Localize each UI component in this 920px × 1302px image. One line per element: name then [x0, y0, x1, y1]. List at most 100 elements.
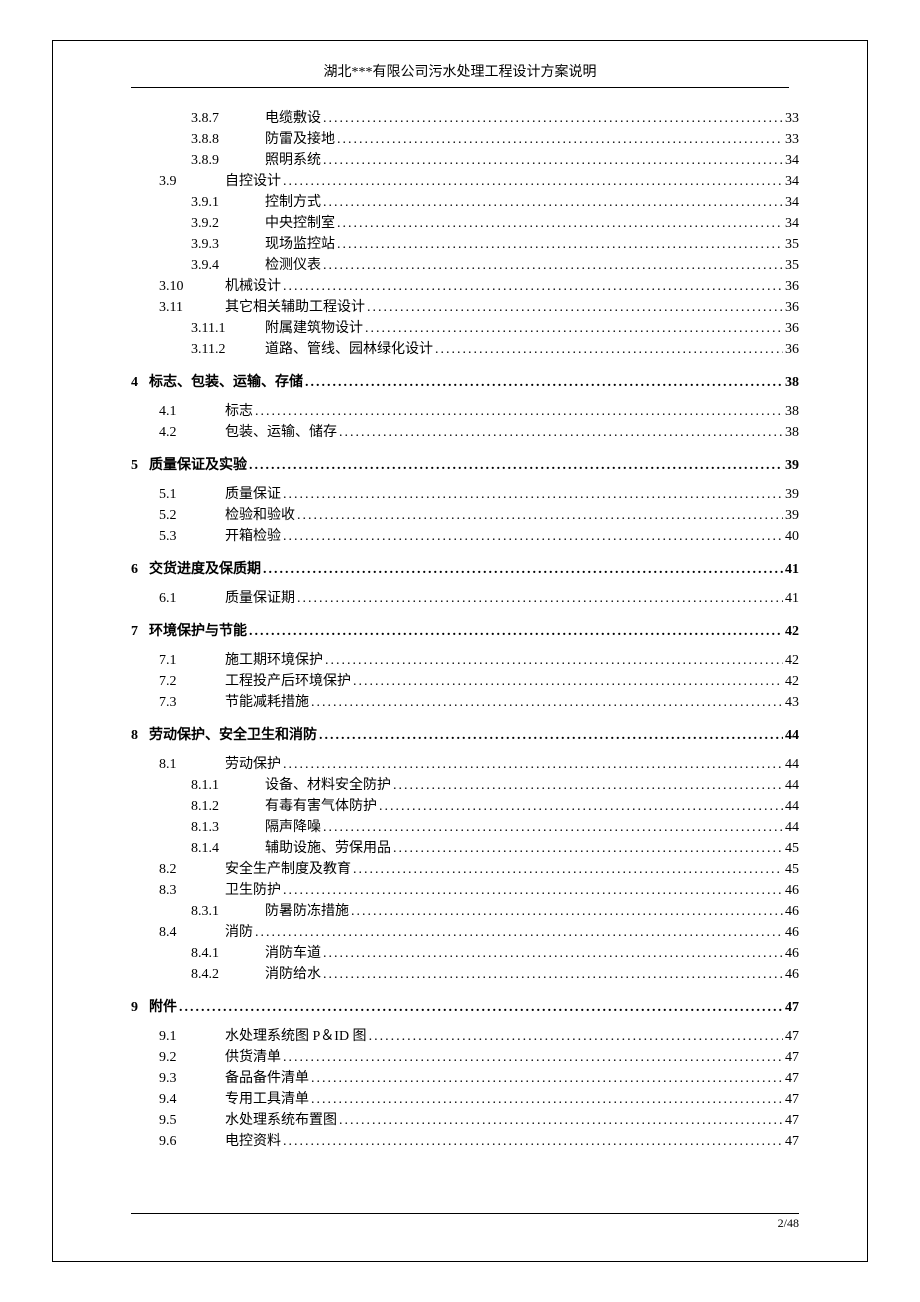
toc-entry-page: 45 — [785, 859, 799, 880]
toc-entry-page: 47 — [785, 1089, 799, 1110]
toc-entry-number: 6.1 — [159, 588, 221, 609]
toc-entry-title: 水处理系统图 P＆ID 图 — [225, 1026, 367, 1047]
toc-leader-dots: ........................................… — [297, 588, 783, 609]
toc-entry-page: 42 — [785, 621, 799, 642]
toc-entry-page: 36 — [785, 297, 799, 318]
toc-entry-page: 34 — [785, 192, 799, 213]
toc-entry-number: 8.4.2 — [191, 964, 261, 985]
toc-entry-title: 照明系统 — [265, 150, 321, 171]
toc-leader-dots: ........................................… — [311, 1089, 783, 1110]
toc-entry-page: 38 — [785, 401, 799, 422]
toc-entry-title: 质量保证 — [225, 484, 281, 505]
toc-entry-page: 46 — [785, 880, 799, 901]
toc-entry-page: 38 — [785, 372, 799, 393]
toc-entry-page: 34 — [785, 213, 799, 234]
toc-entry: 9附件.....................................… — [131, 997, 799, 1018]
toc-entry: 9.3备品备件清单...............................… — [131, 1068, 799, 1089]
toc-leader-dots: ........................................… — [255, 401, 783, 422]
toc-entry-page: 47 — [785, 1110, 799, 1131]
toc-leader-dots: ........................................… — [283, 171, 783, 192]
toc-entry-title: 备品备件清单 — [225, 1068, 309, 1089]
toc-entry-title: 设备、材料安全防护 — [265, 775, 391, 796]
toc-entry-page: 41 — [785, 588, 799, 609]
toc-entry: 9.4专用工具清单...............................… — [131, 1089, 799, 1110]
toc-entry-title: 节能减耗措施 — [225, 692, 309, 713]
toc-entry-page: 39 — [785, 505, 799, 526]
toc-entry-title: 质量保证及实验 — [149, 455, 247, 476]
toc-entry: 8.1.4辅助设施、劳保用品..........................… — [131, 838, 799, 859]
toc-entry-page: 42 — [785, 650, 799, 671]
toc-entry-title: 隔声降噪 — [265, 817, 321, 838]
toc-leader-dots: ........................................… — [283, 1047, 783, 1068]
toc-leader-dots: ........................................… — [323, 964, 783, 985]
toc-entry-number: 8.4 — [159, 922, 221, 943]
toc-entry: 8.3.1防暑防冻措施.............................… — [131, 901, 799, 922]
toc-entry: 8.2安全生产制度及教育............................… — [131, 859, 799, 880]
toc-entry: 9.2供货清单.................................… — [131, 1047, 799, 1068]
toc-entry-page: 47 — [785, 1068, 799, 1089]
toc-entry-number: 8.3 — [159, 880, 221, 901]
toc-entry-page: 43 — [785, 692, 799, 713]
toc-entry: 5.2检验和验收................................… — [131, 505, 799, 526]
toc-entry-title: 标志、包装、运输、存储 — [149, 372, 303, 393]
toc-entry: 4.2包装、运输、储存.............................… — [131, 422, 799, 443]
toc-leader-dots: ........................................… — [311, 1068, 783, 1089]
toc-leader-dots: ........................................… — [283, 754, 783, 775]
toc-entry-page: 38 — [785, 422, 799, 443]
toc-leader-dots: ........................................… — [393, 775, 783, 796]
toc-entry: 3.9.4检测仪表...............................… — [131, 255, 799, 276]
toc-entry: 3.8.8防雷及接地..............................… — [131, 129, 799, 150]
toc-leader-dots: ........................................… — [337, 213, 783, 234]
toc-entry-page: 46 — [785, 922, 799, 943]
toc-entry-number: 9 — [131, 997, 145, 1018]
toc-entry-number: 6 — [131, 559, 145, 580]
toc-entry-title: 质量保证期 — [225, 588, 295, 609]
toc-entry-number: 8.4.1 — [191, 943, 261, 964]
toc-entry-page: 35 — [785, 255, 799, 276]
toc-entry-number: 4.2 — [159, 422, 221, 443]
toc-leader-dots: ........................................… — [255, 922, 783, 943]
toc-entry-number: 4.1 — [159, 401, 221, 422]
toc-entry: 7.3节能减耗措施...............................… — [131, 692, 799, 713]
toc-entry-title: 包装、运输、储存 — [225, 422, 337, 443]
toc-entry-number: 3.9.4 — [191, 255, 261, 276]
toc-entry: 8.4.1消防车道...............................… — [131, 943, 799, 964]
toc-leader-dots: ........................................… — [297, 505, 783, 526]
toc-entry-title: 消防 — [225, 922, 253, 943]
toc-entry-number: 3.8.8 — [191, 129, 261, 150]
toc-entry-title: 机械设计 — [225, 276, 281, 297]
document-page: 湖北***有限公司污水处理工程设计方案说明 3.8.7电缆敷设.........… — [52, 40, 868, 1262]
toc-entry: 8.3卫生防护.................................… — [131, 880, 799, 901]
toc-leader-dots: ........................................… — [435, 339, 783, 360]
page-header: 湖北***有限公司污水处理工程设计方案说明 — [131, 61, 789, 88]
toc-entry-number: 7.3 — [159, 692, 221, 713]
toc-entry-number: 3.9.1 — [191, 192, 261, 213]
toc-entry: 3.9.2中央控制室..............................… — [131, 213, 799, 234]
toc-entry-title: 安全生产制度及教育 — [225, 859, 351, 880]
toc-entry-page: 36 — [785, 339, 799, 360]
toc-entry: 6.1质量保证期................................… — [131, 588, 799, 609]
toc-leader-dots: ........................................… — [365, 318, 783, 339]
toc-entry-page: 36 — [785, 276, 799, 297]
page-number: 2/48 — [131, 1216, 799, 1231]
toc-leader-dots: ........................................… — [369, 1026, 783, 1047]
toc-entry-number: 5.3 — [159, 526, 221, 547]
toc-entry-title: 消防车道 — [265, 943, 321, 964]
toc-entry-title: 供货清单 — [225, 1047, 281, 1068]
toc-entry-page: 46 — [785, 901, 799, 922]
toc-entry-number: 3.9 — [159, 171, 221, 192]
toc-entry: 5质量保证及实验................................… — [131, 455, 799, 476]
toc-entry-number: 9.4 — [159, 1089, 221, 1110]
toc-entry: 8.1.1设备、材料安全防护..........................… — [131, 775, 799, 796]
toc-entry-number: 8.3.1 — [191, 901, 261, 922]
toc-entry-number: 3.11 — [159, 297, 221, 318]
toc-entry: 8劳动保护、安全卫生和消防...........................… — [131, 725, 799, 746]
toc-entry: 3.11.1附属建筑物设计...........................… — [131, 318, 799, 339]
toc-entry-number: 9.6 — [159, 1131, 221, 1152]
toc-entry: 4标志、包装、运输、存储............................… — [131, 372, 799, 393]
toc-entry-page: 47 — [785, 1026, 799, 1047]
toc-entry-title: 水处理系统布置图 — [225, 1110, 337, 1131]
toc-entry-number: 9.5 — [159, 1110, 221, 1131]
toc-entry-number: 8.1.1 — [191, 775, 261, 796]
toc-entry: 3.11.2道路、管线、园林绿化设计......................… — [131, 339, 799, 360]
